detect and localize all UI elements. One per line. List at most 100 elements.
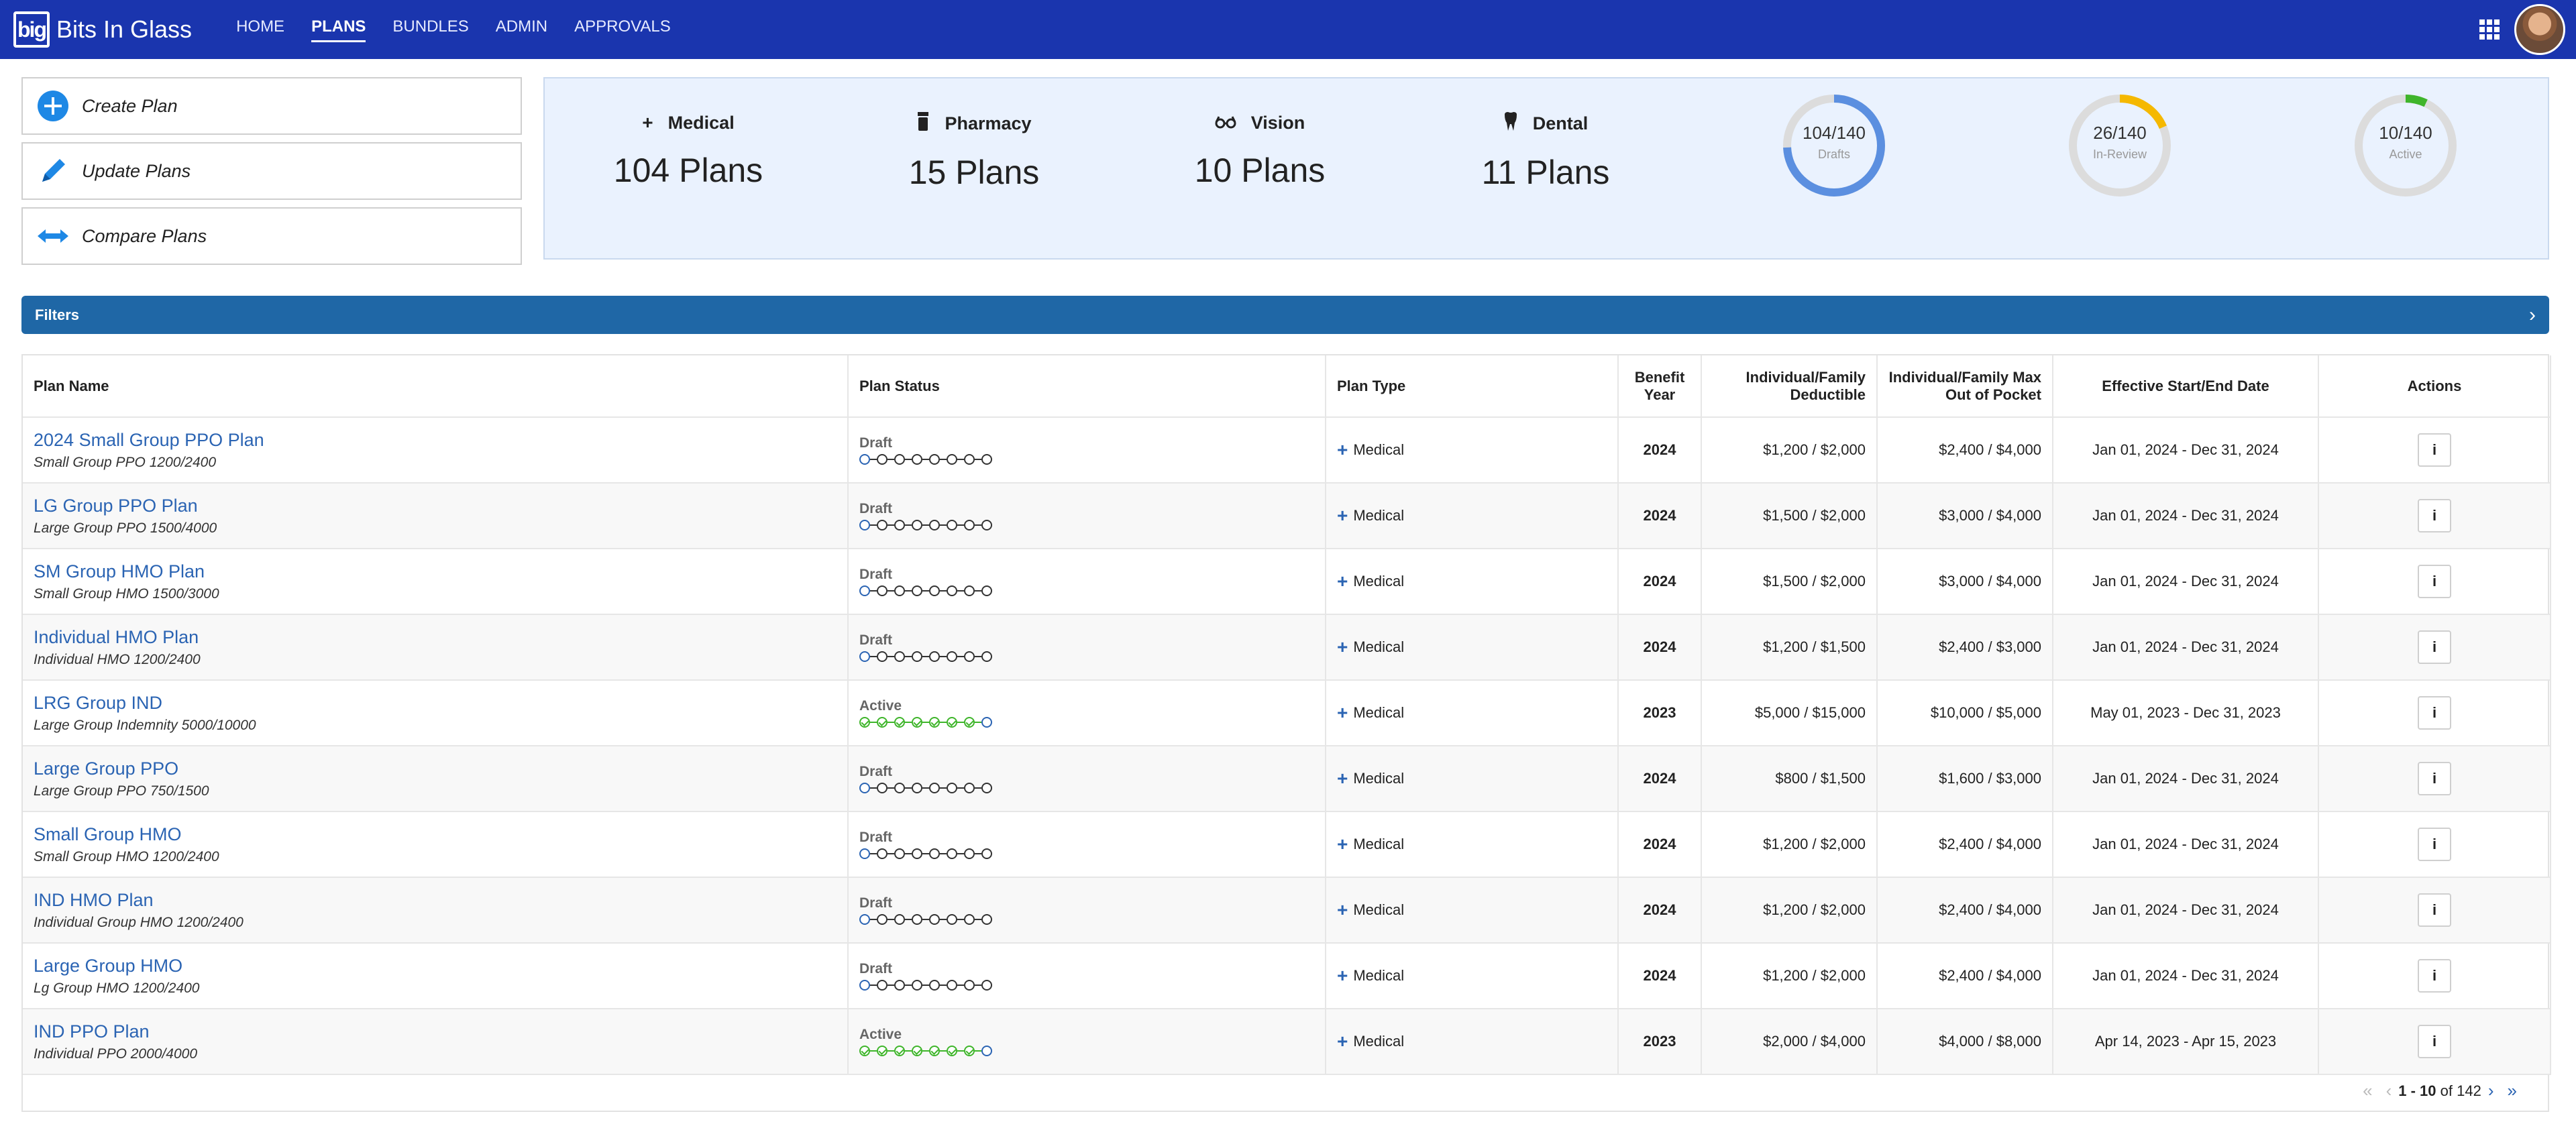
info-icon: i <box>2432 704 2437 721</box>
info-button[interactable]: i <box>2418 893 2451 927</box>
deductible: $2,000 / $4,000 <box>1701 1009 1878 1075</box>
col-plan-name[interactable]: Plan Name <box>23 355 849 418</box>
status-step <box>964 651 975 662</box>
plus-icon: + <box>1337 899 1348 920</box>
col-max-oop[interactable]: Individual/Family Max Out of Pocket <box>1877 355 2053 418</box>
table-row: Large Group HMO Lg Group HMO 1200/2400 Dra… <box>23 943 2551 1009</box>
plan-name-link[interactable]: Large Group HMO <box>34 956 837 976</box>
info-button[interactable]: i <box>2418 565 2451 598</box>
status-step <box>929 783 940 793</box>
status-step <box>964 1046 975 1056</box>
compare-plans-button[interactable]: Compare Plans <box>21 207 522 265</box>
avatar[interactable] <box>2514 4 2565 55</box>
status-step <box>894 585 905 596</box>
nav-item-home[interactable]: HOME <box>236 17 284 42</box>
status-progress <box>859 585 1314 596</box>
table-row: SM Group HMO Plan Small Group HMO 1500/30… <box>23 549 2551 615</box>
status-step <box>981 717 992 728</box>
info-icon: i <box>2432 967 2437 984</box>
deductible: $5,000 / $15,000 <box>1701 680 1878 746</box>
filters-bar[interactable]: Filters › <box>21 296 2549 334</box>
status-step <box>912 848 922 859</box>
nav-item-plans[interactable]: PLANS <box>311 17 366 42</box>
first-page-icon[interactable]: « <box>2363 1080 2372 1101</box>
status-step <box>947 1046 957 1056</box>
nav-item-approvals[interactable]: APPROVALS <box>574 17 671 42</box>
pharmacy-stat: Pharmacy 15 Plans <box>873 112 1075 192</box>
info-button[interactable]: i <box>2418 433 2451 467</box>
col-benefit-year[interactable]: Benefit Year <box>1618 355 1702 418</box>
status-step <box>859 1046 870 1056</box>
info-button[interactable]: i <box>2418 630 2451 664</box>
status-step <box>859 848 870 859</box>
plan-type: Medical <box>1353 638 1405 655</box>
pagination: « ‹ 1 - 10 of 142 › » <box>2356 1080 2524 1101</box>
plus-icon: + <box>1337 505 1348 526</box>
status-step <box>894 848 905 859</box>
update-plans-button[interactable]: Update Plans <box>21 142 522 200</box>
status-step <box>859 520 870 530</box>
info-button[interactable]: i <box>2418 959 2451 993</box>
medical-count: 104 Plans <box>613 152 763 189</box>
next-page-icon[interactable]: › <box>2488 1080 2494 1101</box>
logo[interactable]: big Bits In Glass <box>13 11 192 48</box>
status-step <box>981 980 992 991</box>
page-range: 1 - 10 <box>2398 1082 2436 1099</box>
status-step <box>929 454 940 465</box>
deductible: $1,200 / $1,500 <box>1701 614 1878 681</box>
plan-name-link[interactable]: SM Group HMO Plan <box>34 561 837 582</box>
max-oop: $3,000 / $4,000 <box>1877 483 2053 549</box>
info-icon: i <box>2432 1033 2437 1050</box>
status-step <box>912 651 922 662</box>
last-page-icon[interactable]: » <box>2508 1080 2517 1101</box>
plan-name-link[interactable]: 2024 Small Group PPO Plan <box>34 430 837 451</box>
app-grid-icon[interactable] <box>2479 19 2500 40</box>
app-name: Bits In Glass <box>56 15 193 43</box>
plus-icon: + <box>1337 965 1348 986</box>
info-button[interactable]: i <box>2418 828 2451 861</box>
dental-stat: Dental 11 Plans <box>1445 112 1646 192</box>
compare-plans-label: Compare Plans <box>82 225 207 246</box>
in-review-gauge: 26/140 In-Review <box>2066 92 2174 199</box>
create-plan-button[interactable]: Create Plan <box>21 77 522 135</box>
plan-name-link[interactable]: Individual HMO Plan <box>34 627 837 648</box>
status-step <box>929 914 940 925</box>
plan-subtitle: Lg Group HMO 1200/2400 <box>34 980 200 996</box>
plan-name-link[interactable]: Large Group PPO <box>34 758 837 779</box>
dental-label: Dental <box>1532 113 1589 133</box>
plan-name-link[interactable]: IND PPO Plan <box>34 1021 837 1042</box>
plus-icon: + <box>1337 702 1348 723</box>
in-review-label: In-Review <box>2092 148 2147 161</box>
nav-item-admin[interactable]: ADMIN <box>496 17 547 42</box>
col-plan-status[interactable]: Plan Status <box>848 355 1326 418</box>
status-step <box>964 717 975 728</box>
prev-page-icon[interactable]: ‹ <box>2386 1080 2392 1101</box>
plan-type: Medical <box>1353 507 1405 524</box>
status-step <box>981 1046 992 1056</box>
effective-dates: Jan 01, 2024 - Dec 31, 2024 <box>2053 877 2319 944</box>
status-step <box>859 717 870 728</box>
col-actions: Actions <box>2318 355 2551 418</box>
plan-name-link[interactable]: LRG Group IND <box>34 693 837 714</box>
info-button[interactable]: i <box>2418 762 2451 795</box>
col-effective-dates[interactable]: Effective Start/End Date <box>2053 355 2319 418</box>
table-row: 2024 Small Group PPO Plan Small Group PPO… <box>23 417 2551 484</box>
col-plan-type[interactable]: Plan Type <box>1326 355 1619 418</box>
info-button[interactable]: i <box>2418 499 2451 532</box>
active-gauge: 10/140 Active <box>2352 92 2459 199</box>
info-button[interactable]: i <box>2418 696 2451 730</box>
status-step <box>964 848 975 859</box>
plan-name-link[interactable]: Small Group HMO <box>34 824 837 845</box>
status-progress <box>859 914 1314 925</box>
col-deductible[interactable]: Individual/Family Deductible <box>1701 355 1878 418</box>
plan-name-link[interactable]: LG Group PPO Plan <box>34 496 837 516</box>
benefit-year: 2024 <box>1618 746 1702 812</box>
nav-item-bundles[interactable]: BUNDLES <box>392 17 468 42</box>
info-icon: i <box>2432 770 2437 787</box>
status-step <box>947 783 957 793</box>
logo-mark: big <box>13 11 50 48</box>
info-button[interactable]: i <box>2418 1025 2451 1058</box>
plan-name-link[interactable]: IND HMO Plan <box>34 890 837 911</box>
status-step <box>981 848 992 859</box>
table-row: LG Group PPO Plan Large Group PPO 1500/40… <box>23 483 2551 549</box>
